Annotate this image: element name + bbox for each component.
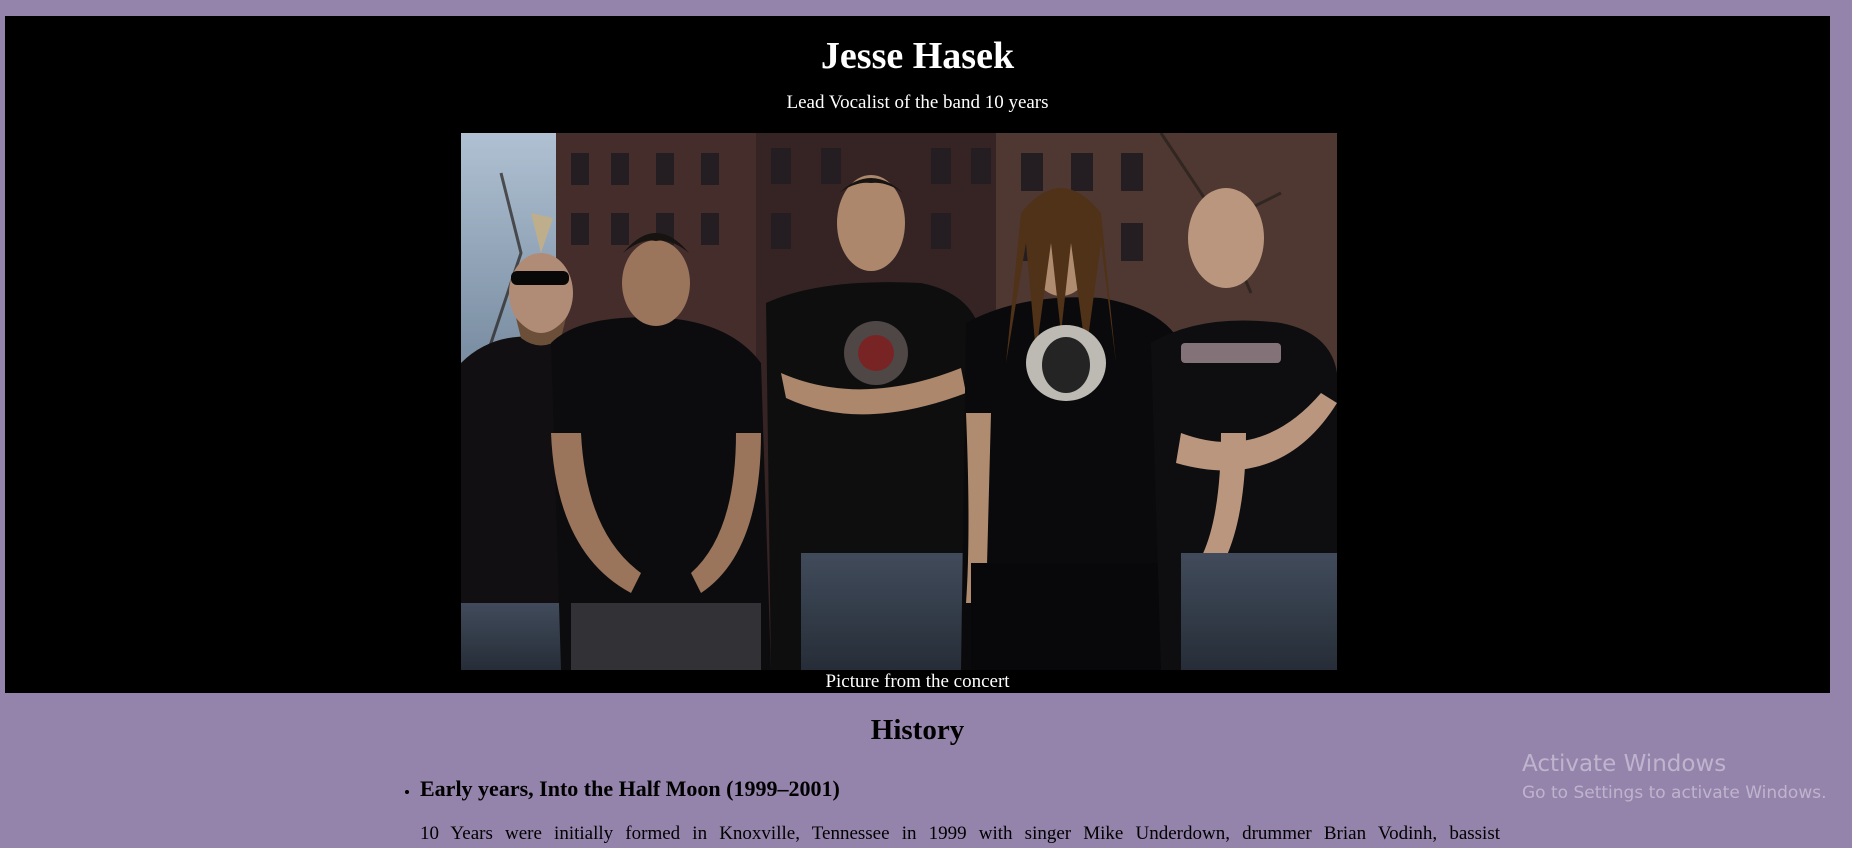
history-section: Early years, Into the Half Moon (1999–20… bbox=[420, 772, 1500, 846]
band-photo-image bbox=[461, 133, 1337, 670]
activate-windows-watermark: Activate Windows Go to Settings to activ… bbox=[1522, 749, 1827, 805]
watermark-title: Activate Windows bbox=[1522, 751, 1727, 777]
page: Jesse Hasek Lead Vocalist of the band 10… bbox=[0, 0, 1852, 848]
history-section-title: Early years, Into the Half Moon (1999–20… bbox=[420, 776, 840, 801]
band-photo bbox=[461, 133, 1337, 670]
page-subtitle: Lead Vocalist of the band 10 years bbox=[786, 92, 1049, 113]
hero-banner: Jesse Hasek Lead Vocalist of the band 10… bbox=[5, 16, 1830, 693]
history-section-text: 10 Years were initially formed in Knoxvi… bbox=[420, 823, 1500, 844]
watermark-subtitle: Go to Settings to activate Windows. bbox=[1522, 783, 1827, 803]
photo-caption: Picture from the concert bbox=[825, 671, 1010, 692]
history-heading: History bbox=[870, 714, 965, 746]
page-title: Jesse Hasek bbox=[820, 35, 1015, 77]
history-list: Early years, Into the Half Moon (1999–20… bbox=[394, 772, 1500, 846]
